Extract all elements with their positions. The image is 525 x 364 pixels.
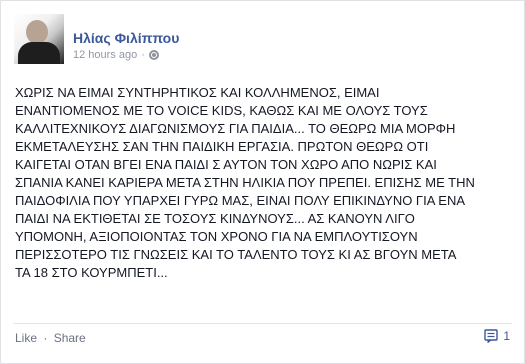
- avatar-head: [26, 20, 48, 44]
- comment-count: 1: [503, 329, 510, 343]
- like-link[interactable]: Like: [15, 331, 37, 345]
- avatar-body: [18, 42, 60, 64]
- meta-separator: ·: [141, 49, 145, 61]
- post-actions: Like · Share: [15, 331, 86, 345]
- author-name[interactable]: Ηλίας Φιλίππου: [73, 30, 179, 47]
- share-link[interactable]: Share: [54, 331, 86, 345]
- post-meta: 12 hours ago ·: [73, 48, 159, 62]
- globe-icon[interactable]: [148, 50, 159, 60]
- post-card: Ηλίας Φιλίππου 12 hours ago · ΧΩΡΙΣ ΝΑ Ε…: [0, 0, 525, 364]
- post-body-text: ΧΩΡΙΣ ΝΑ ΕΙΜΑΙ ΣΥΝΤΗΡΗΤΙΚΟΣ ΚΑΙ ΚΟΛΛΗΜΕΝ…: [15, 85, 475, 280]
- post-timestamp[interactable]: 12 hours ago: [73, 48, 137, 62]
- actions-separator: ·: [43, 331, 48, 345]
- comment-count-button[interactable]: 1: [484, 329, 510, 343]
- comment-icon: [484, 329, 499, 343]
- author-avatar[interactable]: [14, 14, 64, 64]
- action-divider: [13, 323, 512, 324]
